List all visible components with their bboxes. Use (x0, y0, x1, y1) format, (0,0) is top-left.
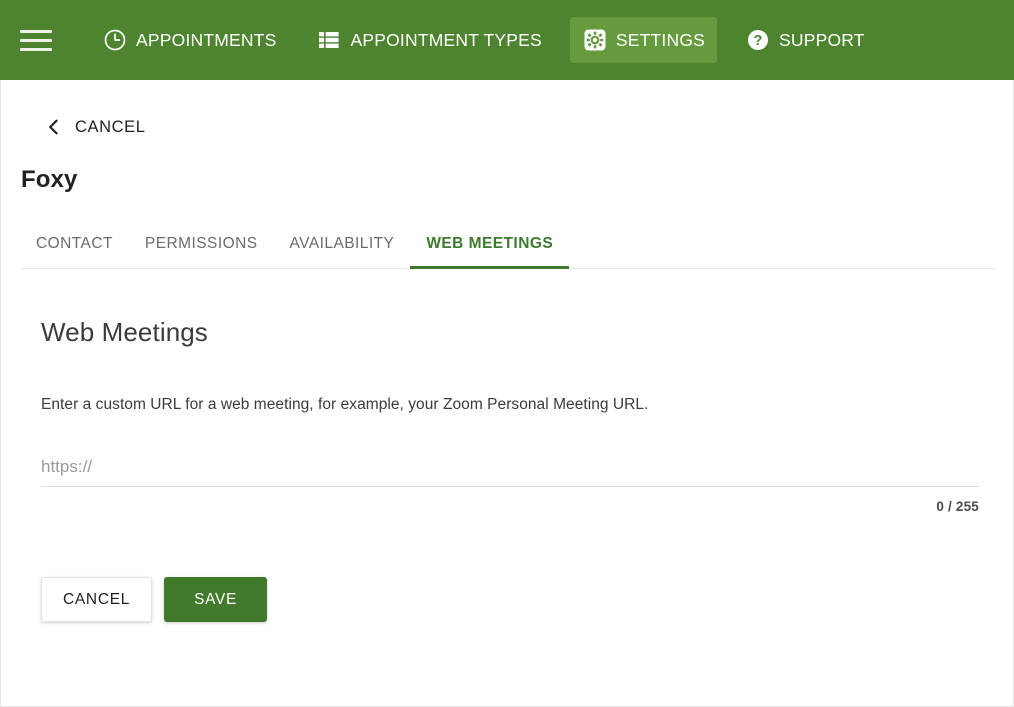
web-meetings-section: Web Meetings Enter a custom URL for a we… (1, 317, 1013, 514)
back-cancel-label: CANCEL (75, 117, 146, 136)
hamburger-line (20, 38, 52, 42)
hamburger-line (20, 47, 52, 51)
hamburger-menu-icon[interactable] (20, 24, 52, 56)
character-counter: 0 / 255 (936, 499, 979, 514)
cancel-button[interactable]: CANCEL (41, 577, 153, 622)
nav-item-support[interactable]: ? SUPPORT (733, 17, 877, 63)
back-cancel-button[interactable]: CANCEL (1, 80, 146, 138)
tab-permissions[interactable]: PERMISSIONS (129, 235, 274, 268)
nav-item-label: APPOINTMENT TYPES (350, 29, 542, 50)
nav-item-label: SETTINGS (615, 29, 705, 50)
list-view-icon (316, 27, 342, 53)
nav-item-label: APPOINTMENTS (136, 29, 277, 50)
section-description: Enter a custom URL for a web meeting, fo… (41, 396, 649, 413)
page-content-area: CANCEL Foxy CONTACT PERMISSIONS AVAILABI… (0, 80, 1014, 707)
save-button[interactable]: SAVE (164, 577, 268, 622)
chevron-left-icon (43, 116, 65, 138)
gear-icon (582, 27, 608, 53)
top-navigation-bar: APPOINTMENTS APPOINTMENT TYPES SETTINGS … (0, 0, 1014, 80)
tab-web-meetings[interactable]: WEB MEETINGS (410, 235, 569, 269)
web-meeting-url-input[interactable] (41, 457, 979, 487)
svg-text:?: ? (753, 33, 762, 49)
hamburger-line (20, 29, 52, 33)
section-heading: Web Meetings (41, 317, 208, 347)
question-circle-icon: ? (745, 27, 771, 53)
nav-item-label: SUPPORT (779, 29, 865, 50)
tab-contact[interactable]: CONTACT (21, 235, 129, 268)
url-field-group: 0 / 255 (41, 457, 979, 514)
clock-icon (102, 27, 128, 53)
tab-bar: CONTACT PERMISSIONS AVAILABILITY WEB MEE… (21, 221, 996, 269)
tab-availability[interactable]: AVAILABILITY (274, 235, 411, 268)
nav-item-appointment-types[interactable]: APPOINTMENT TYPES (304, 17, 553, 63)
page-title: Foxy (21, 166, 78, 193)
nav-item-settings[interactable]: SETTINGS (569, 17, 717, 63)
nav-item-appointments[interactable]: APPOINTMENTS (90, 17, 288, 63)
form-action-bar: CANCEL SAVE (41, 577, 1013, 622)
